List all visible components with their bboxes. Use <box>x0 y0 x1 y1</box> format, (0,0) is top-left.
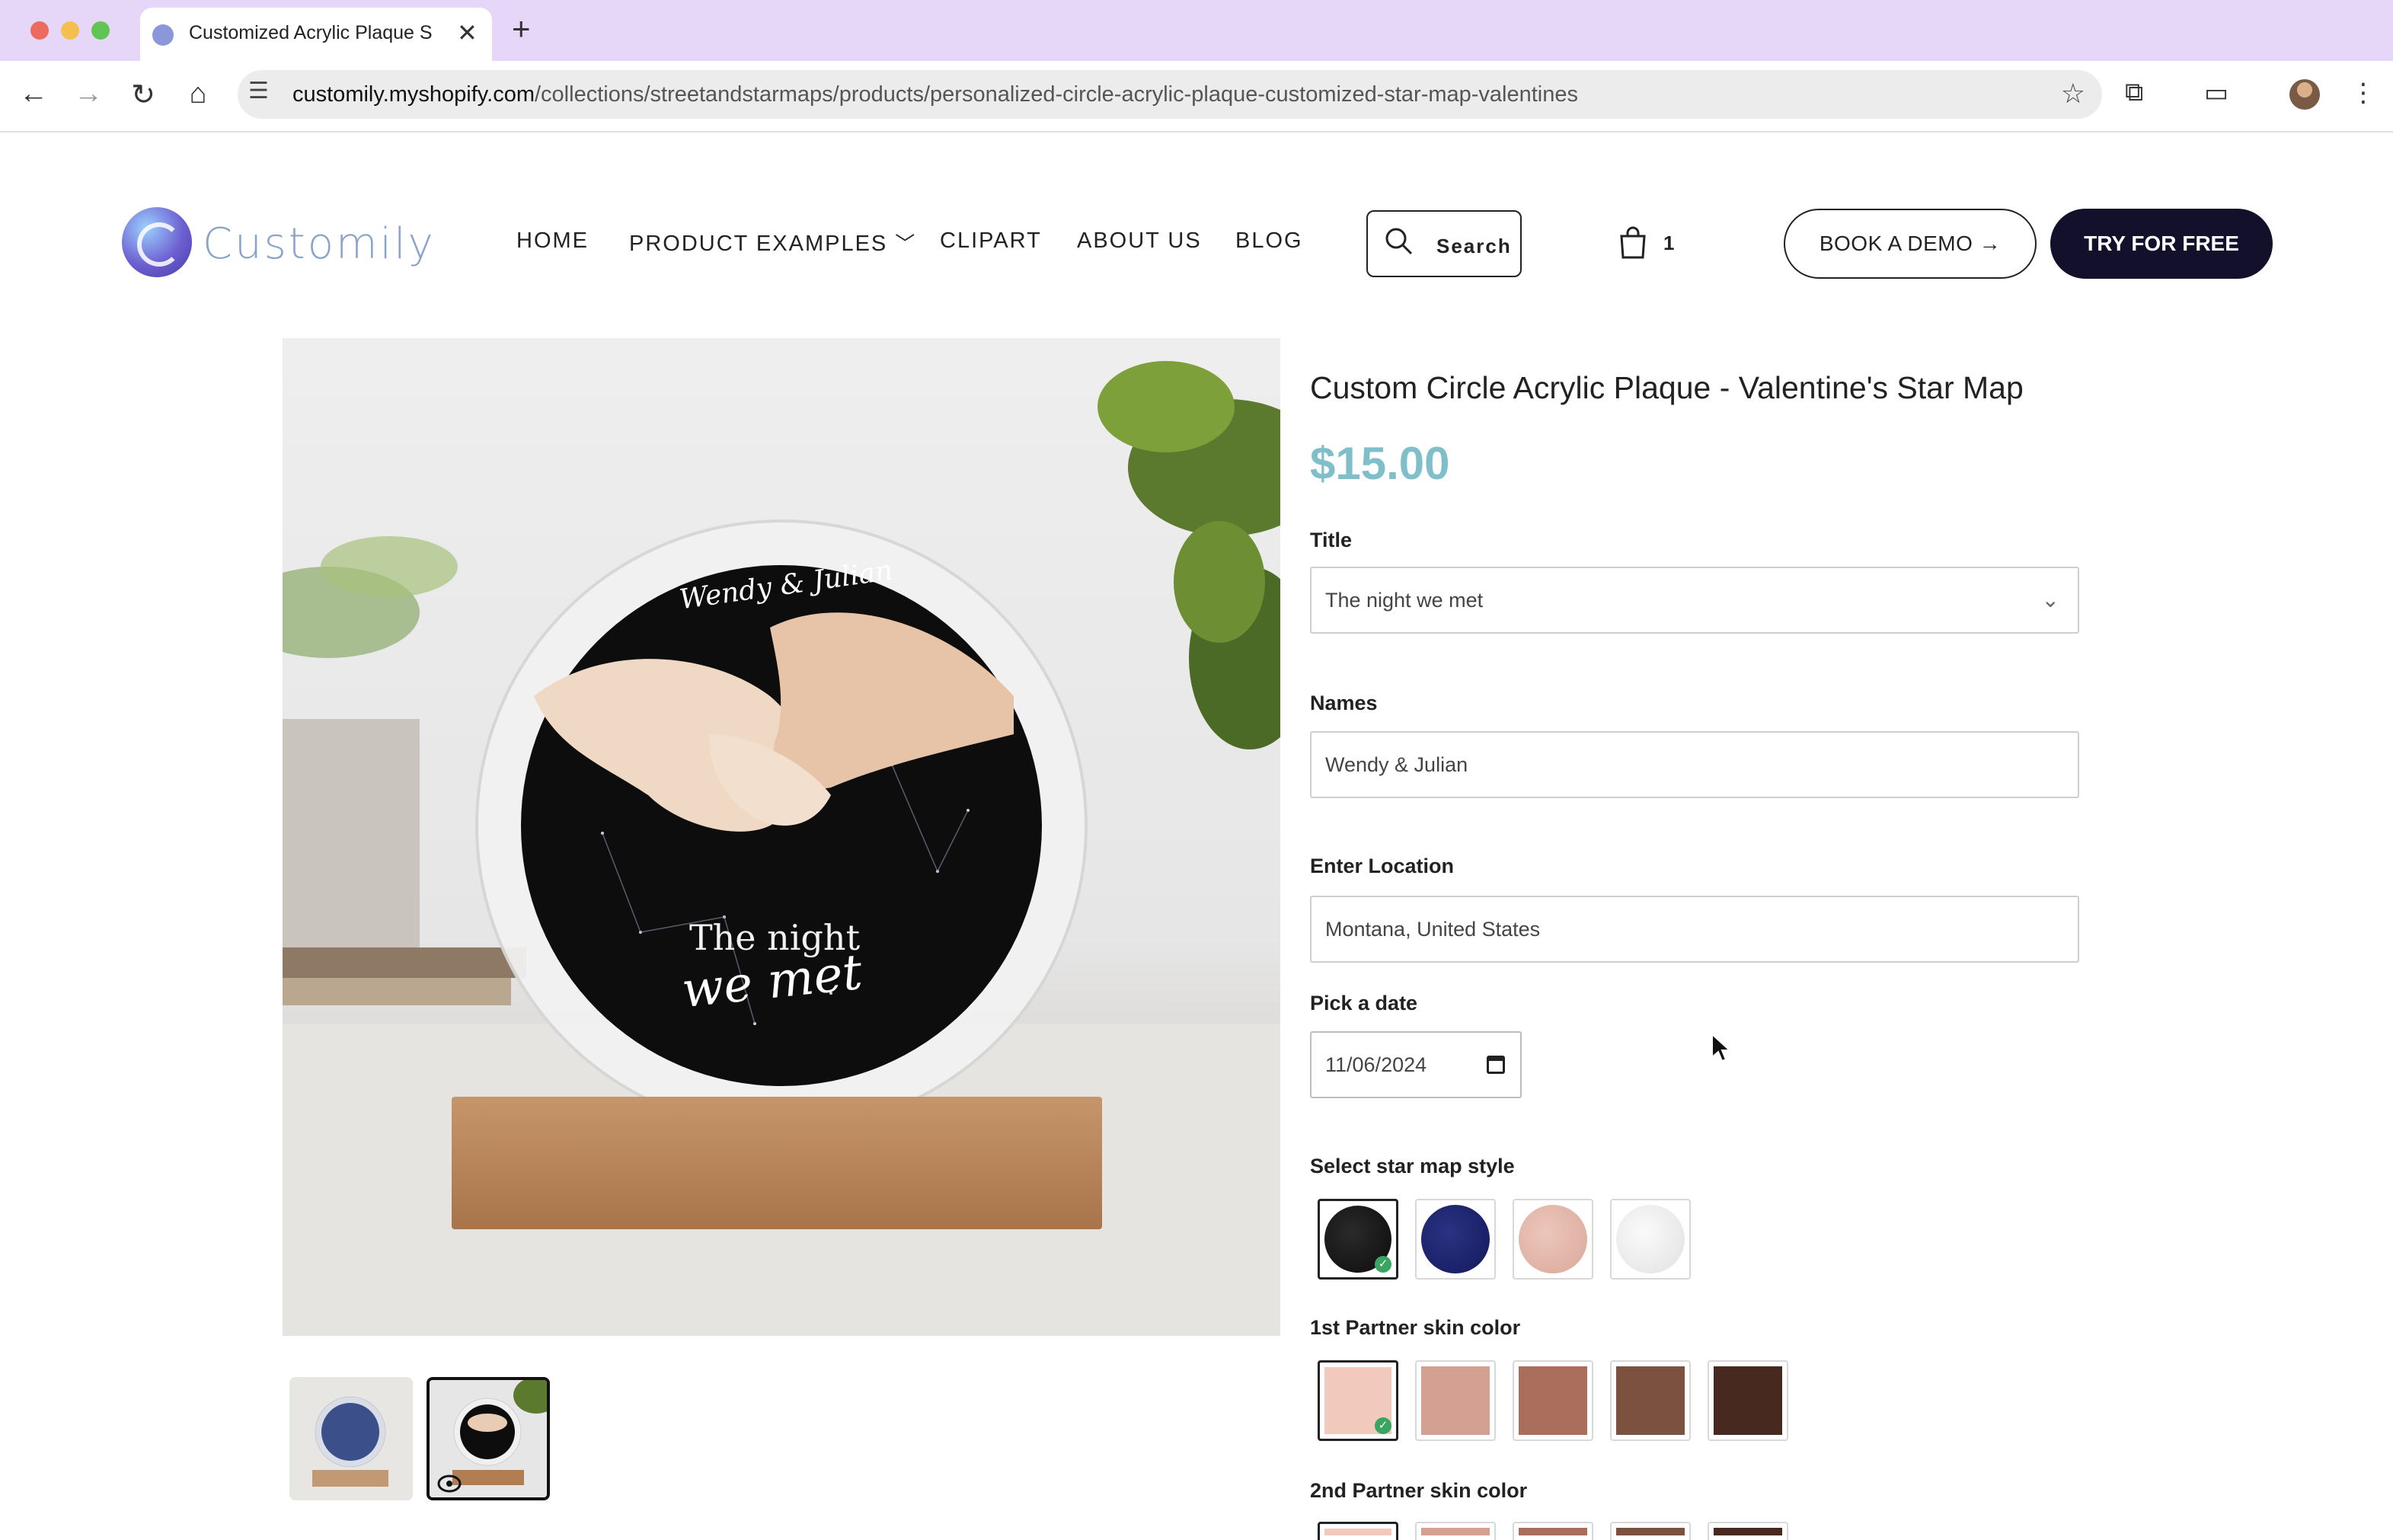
try-for-free-button[interactable]: TRY FOR FREE <box>2050 209 2273 279</box>
star-style-swatch-white[interactable] <box>1610 1199 1691 1280</box>
wooden-base <box>452 1097 1102 1229</box>
customily-logo-icon[interactable] <box>122 207 192 277</box>
nav-product-examples-label: PRODUCT EXAMPLES <box>629 232 888 256</box>
title-select[interactable]: The night we met ⌄ <box>1310 567 2079 634</box>
book-a-demo-button[interactable]: BOOK A DEMO → <box>1784 209 2037 279</box>
nav-clipart[interactable]: CLIPART <box>940 228 1042 254</box>
home-icon[interactable]: ⌂ <box>180 78 216 110</box>
skin2-swatch-5[interactable] <box>1708 1522 1788 1540</box>
skin1-swatch-3[interactable] <box>1513 1360 1593 1441</box>
title-select-value: The night we met <box>1325 589 1484 612</box>
thumbnail-1[interactable] <box>289 1377 413 1500</box>
favicon-icon <box>152 24 174 46</box>
skin1-swatch-5[interactable] <box>1708 1360 1788 1441</box>
names-field-label: Names <box>1310 692 1378 714</box>
skin2-swatch-1[interactable] <box>1318 1522 1398 1540</box>
skin1-label: 1st Partner skin color <box>1310 1316 1521 1339</box>
nav-about-us[interactable]: ABOUT US <box>1077 228 1202 254</box>
skin1-swatch-4[interactable] <box>1610 1360 1691 1441</box>
reload-icon[interactable]: ↻ <box>125 78 161 112</box>
close-tab-icon[interactable]: ✕ <box>457 18 478 47</box>
search-button[interactable]: Search <box>1366 210 1522 277</box>
date-input[interactable]: 11/06/2024 <box>1310 1031 1522 1098</box>
skin1-swatch-2[interactable] <box>1415 1360 1496 1441</box>
product-main-image[interactable]: Wendy & Julian The night we met <box>283 338 1280 1336</box>
check-icon: ✓ <box>1375 1256 1391 1273</box>
back-icon[interactable]: ← <box>15 78 52 110</box>
site-settings-icon[interactable]: ☰ <box>248 78 269 104</box>
star-style-swatch-black[interactable]: ✓ <box>1318 1199 1398 1280</box>
calendar-icon[interactable] <box>1487 1056 1505 1074</box>
nav-blog[interactable]: BLOG <box>1235 228 1303 254</box>
product-title: Custom Circle Acrylic Plaque - Valentine… <box>1310 370 2024 405</box>
address-bar[interactable]: ☰ customily.myshopify.com/collections/st… <box>238 70 2102 119</box>
minimize-window-button[interactable] <box>61 21 79 40</box>
nav-home[interactable]: HOME <box>516 228 589 254</box>
extensions-icon[interactable]: ⧉ <box>2125 78 2143 107</box>
bookmark-star-icon[interactable]: ☆ <box>2061 78 2085 110</box>
nav-product-examples[interactable]: PRODUCT EXAMPLES ﹀ <box>629 228 916 257</box>
star-style-label: Select star map style <box>1310 1155 1515 1177</box>
cart-count[interactable]: 1 <box>1663 232 1674 255</box>
tab-title: Customized Acrylic Plaque St <box>189 22 433 43</box>
thumbnail-1-image <box>289 1377 413 1500</box>
search-label: Search <box>1436 235 1512 257</box>
chevron-down-icon: ﹀ <box>895 232 917 255</box>
skin2-swatch-3[interactable] <box>1513 1522 1593 1540</box>
product-price: $15.00 <box>1310 438 1450 489</box>
close-window-button[interactable] <box>30 21 49 40</box>
location-input[interactable]: Montana, United States <box>1310 896 2079 963</box>
url-text[interactable]: customily.myshopify.com/collections/stre… <box>292 82 1578 107</box>
browser-tab[interactable]: Customized Acrylic Plaque St ✕ <box>140 8 492 61</box>
date-field-label: Pick a date <box>1310 992 1418 1014</box>
skin1-swatch-1[interactable]: ✓ <box>1318 1360 1398 1441</box>
title-field-label: Title <box>1310 529 1353 551</box>
date-input-value: 11/06/2024 <box>1325 1053 1427 1076</box>
logo-text[interactable]: Customily <box>203 219 436 269</box>
profile-avatar[interactable] <box>2289 79 2320 110</box>
search-icon <box>1385 228 1413 255</box>
tab-search-icon[interactable]: ▭ <box>2204 78 2228 108</box>
mouse-cursor-icon <box>1711 1033 1732 1062</box>
forward-icon[interactable]: → <box>70 78 107 110</box>
shopping-bag-icon[interactable] <box>1618 225 1648 259</box>
skin2-label: 2nd Partner skin color <box>1310 1479 1528 1502</box>
star-style-swatch-navy[interactable] <box>1415 1199 1496 1280</box>
new-tab-icon[interactable]: + <box>512 11 531 47</box>
chevron-down-icon: ⌄ <box>2041 588 2059 612</box>
menu-dots-icon[interactable]: ⋮ <box>2350 78 2376 108</box>
skin2-swatch-2[interactable] <box>1415 1522 1496 1540</box>
browser-tab-bar: Customized Acrylic Plaque St ✕ + <box>0 0 2393 61</box>
maximize-window-button[interactable] <box>91 21 110 40</box>
location-field-label: Enter Location <box>1310 855 1455 877</box>
browser-toolbar: ← → ↻ ⌂ ☰ customily.myshopify.com/collec… <box>0 61 2393 133</box>
check-icon: ✓ <box>1375 1417 1391 1434</box>
names-input[interactable]: Wendy & Julian <box>1310 731 2079 798</box>
thumbnail-2[interactable] <box>427 1377 550 1500</box>
thumbnail-2-image <box>430 1380 547 1497</box>
star-style-swatch-rose[interactable] <box>1513 1199 1593 1280</box>
skin2-swatch-4[interactable] <box>1610 1522 1691 1540</box>
